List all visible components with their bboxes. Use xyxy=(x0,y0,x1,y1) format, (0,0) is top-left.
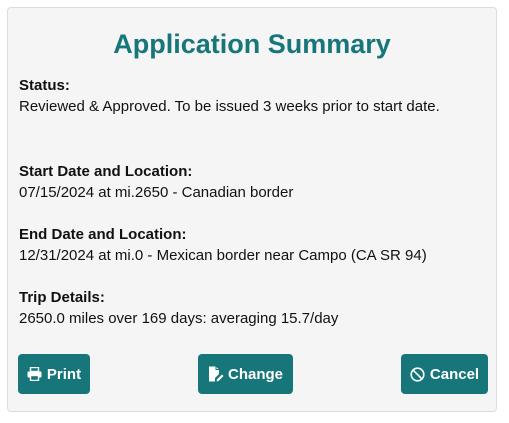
ban-icon xyxy=(410,366,426,382)
cancel-button[interactable]: Cancel xyxy=(401,354,488,394)
change-label: Change xyxy=(227,365,283,383)
end-value: 12/31/2024 at mi.0 - Mexican border near… xyxy=(19,247,427,264)
end-section: End Date and Location: 12/31/2024 at mi.… xyxy=(19,224,489,266)
print-label: Print xyxy=(46,365,82,383)
print-button[interactable]: Print xyxy=(18,354,90,394)
status-heading: Status: xyxy=(19,77,70,94)
trip-details-section: Trip Details: 2650.0 miles over 169 days… xyxy=(19,287,489,329)
status-value: Reviewed & Approved. To be issued 3 week… xyxy=(19,98,440,115)
printer-icon xyxy=(27,366,43,382)
start-heading: Start Date and Location: xyxy=(19,163,193,180)
trip-details-heading: Trip Details: xyxy=(19,289,105,306)
status-section: Status: Reviewed & Approved. To be issue… xyxy=(19,75,489,117)
start-value: 07/15/2024 at mi.2650 - Canadian border xyxy=(19,184,294,201)
end-heading: End Date and Location: xyxy=(19,226,187,243)
application-summary-card: Application Summary Status: Reviewed & A… xyxy=(7,7,497,412)
trip-details-value: 2650.0 miles over 169 days: averaging 15… xyxy=(19,310,339,327)
edit-document-icon xyxy=(208,366,224,382)
cancel-label: Cancel xyxy=(429,365,480,383)
change-button[interactable]: Change xyxy=(198,354,293,394)
page-title: Application Summary xyxy=(113,29,391,59)
start-section: Start Date and Location: 07/15/2024 at m… xyxy=(19,161,489,203)
